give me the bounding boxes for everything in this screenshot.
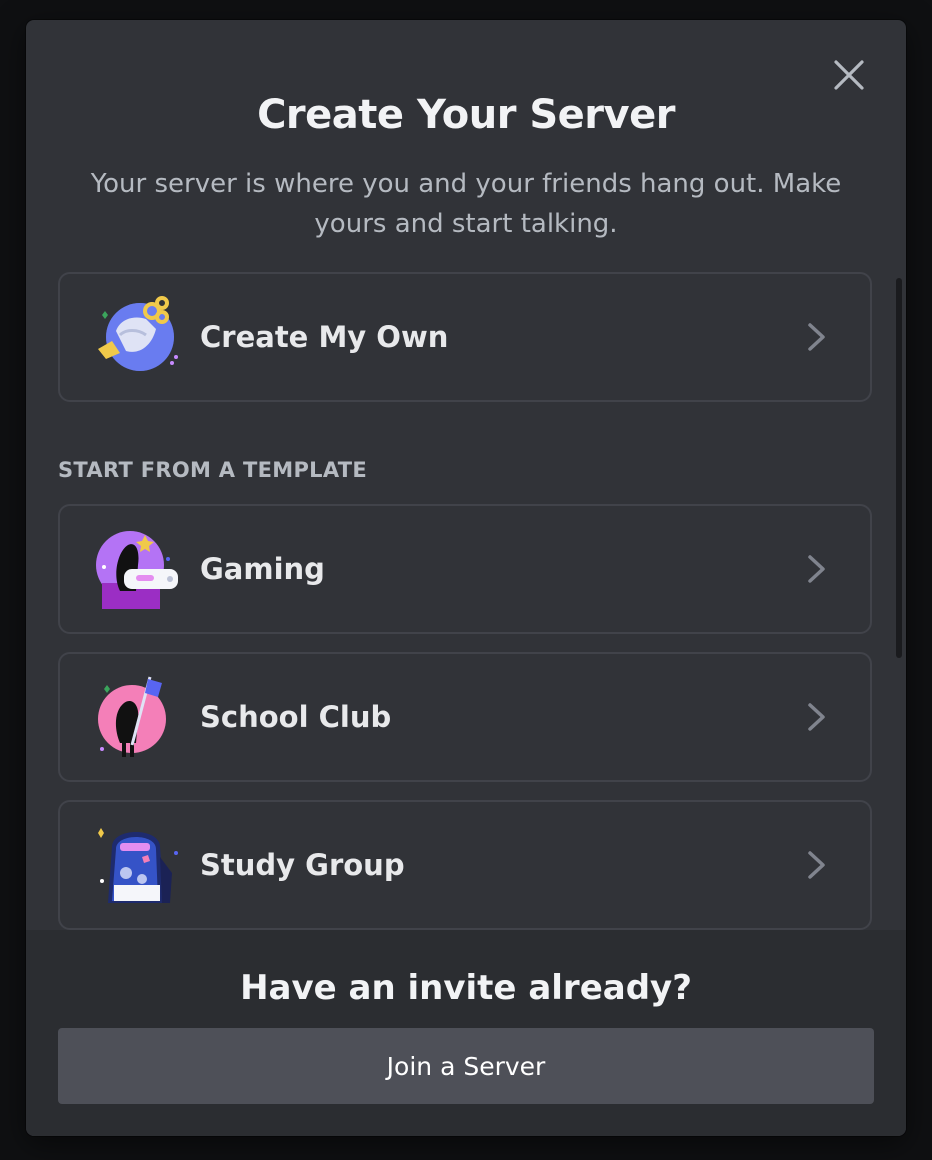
chevron-right-icon — [808, 555, 825, 583]
create-server-illustration-icon — [98, 296, 178, 371]
create-server-dialog: Create Your Server Your server is where … — [26, 20, 906, 1136]
scrollbar-thumb[interactable] — [896, 278, 902, 658]
dialog-subtitle: Your server is where you and your friend… — [90, 169, 842, 239]
invite-heading: Have an invite already? — [240, 968, 692, 1008]
school-club-illustration-icon — [98, 676, 166, 757]
chevron-right-icon — [808, 703, 825, 731]
options-scroll-area[interactable]: Create My Own START FROM A TEMPLATE Gami… — [26, 270, 906, 932]
template-gaming-option[interactable]: Gaming — [58, 504, 872, 634]
create-my-own-option[interactable]: Create My Own — [58, 272, 872, 402]
study-group-illustration-icon — [98, 828, 178, 903]
close-button[interactable] — [832, 58, 866, 92]
template-gaming-label: Gaming — [200, 552, 325, 586]
template-school-club-option[interactable]: School Club — [58, 652, 872, 782]
template-school-club-label: School Club — [200, 700, 392, 734]
join-server-button[interactable]: Join a Server — [58, 1028, 874, 1104]
chevron-right-icon — [808, 323, 825, 351]
create-my-own-label: Create My Own — [200, 320, 449, 354]
chevron-right-icon — [808, 851, 825, 879]
template-study-group-label: Study Group — [200, 848, 405, 882]
close-icon — [834, 60, 864, 90]
template-section-label: START FROM A TEMPLATE — [58, 458, 368, 482]
dialog-footer: Have an invite already? Join a Server — [26, 930, 906, 1136]
dialog-title: Create Your Server — [257, 92, 675, 138]
gaming-illustration-icon — [96, 531, 178, 609]
template-study-group-option[interactable]: Study Group — [58, 800, 872, 930]
